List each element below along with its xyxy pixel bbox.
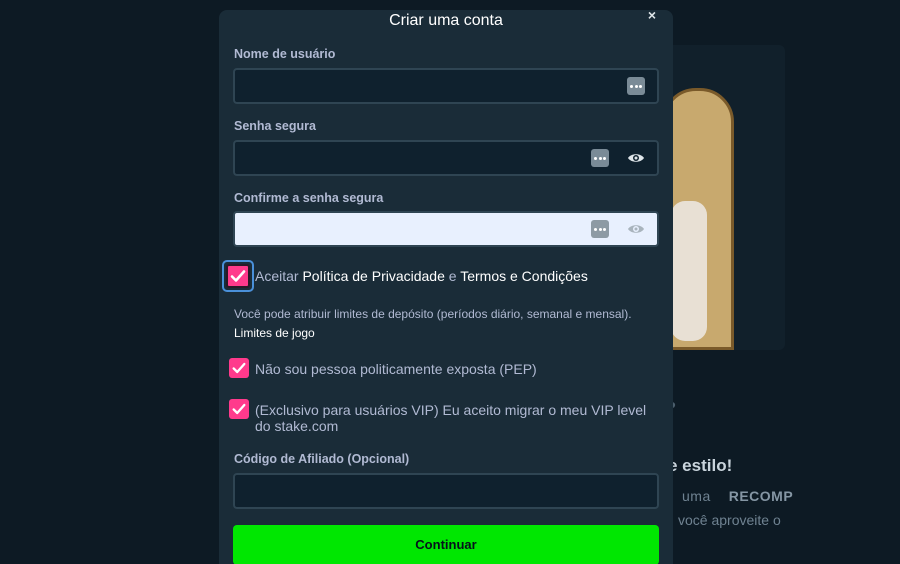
pep-checkbox[interactable] xyxy=(229,358,249,378)
checkmark-icon xyxy=(230,270,246,282)
confirm-password-field[interactable] xyxy=(233,211,659,247)
vip-checkbox[interactable] xyxy=(229,399,249,419)
limits-text: Você pode atribuir limites de depósito (… xyxy=(234,307,632,321)
password-manager-icon[interactable] xyxy=(627,77,645,95)
vip-text: (Exclusivo para usuários VIP) Eu aceito … xyxy=(255,402,647,434)
terms-checkbox[interactable] xyxy=(222,260,254,292)
terms-conditions-link[interactable]: Termos e Condições xyxy=(460,268,588,284)
username-label: Nome de usuário xyxy=(234,47,336,61)
eye-icon[interactable] xyxy=(627,222,645,236)
affiliate-label: Código de Afiliado (Opcional) xyxy=(234,452,410,466)
terms-text: Aceitar Política de Privacidade e Termos… xyxy=(255,268,588,284)
close-icon[interactable]: × xyxy=(645,8,659,22)
username-field[interactable] xyxy=(233,68,659,104)
username-input[interactable] xyxy=(235,70,657,102)
pep-text: Não sou pessoa politicamente exposta (PE… xyxy=(255,361,537,377)
continue-button[interactable]: Continuar xyxy=(233,525,659,564)
confirm-password-label: Confirme a senha segura xyxy=(234,191,384,205)
background-heading: e estilo! xyxy=(668,456,733,475)
checkmark-icon xyxy=(232,403,246,415)
background-line-1: uma RECOMP xyxy=(682,488,794,504)
privacy-policy-link[interactable]: Política de Privacidade xyxy=(302,268,444,284)
register-modal: Criar uma conta × Nome de usuário Senha … xyxy=(219,8,673,564)
affiliate-input[interactable] xyxy=(235,475,657,507)
affiliate-field[interactable] xyxy=(233,473,659,509)
modal-title: Criar uma conta xyxy=(389,12,503,29)
password-manager-icon[interactable] xyxy=(591,220,609,238)
background-line-2: você aproveite o xyxy=(678,512,781,528)
password-field[interactable] xyxy=(233,140,659,176)
password-label: Senha segura xyxy=(234,119,316,133)
checkmark-icon xyxy=(232,362,246,374)
eye-icon[interactable] xyxy=(627,151,645,165)
password-manager-icon[interactable] xyxy=(591,149,609,167)
gaming-limits-link[interactable]: Limites de jogo xyxy=(234,326,315,340)
